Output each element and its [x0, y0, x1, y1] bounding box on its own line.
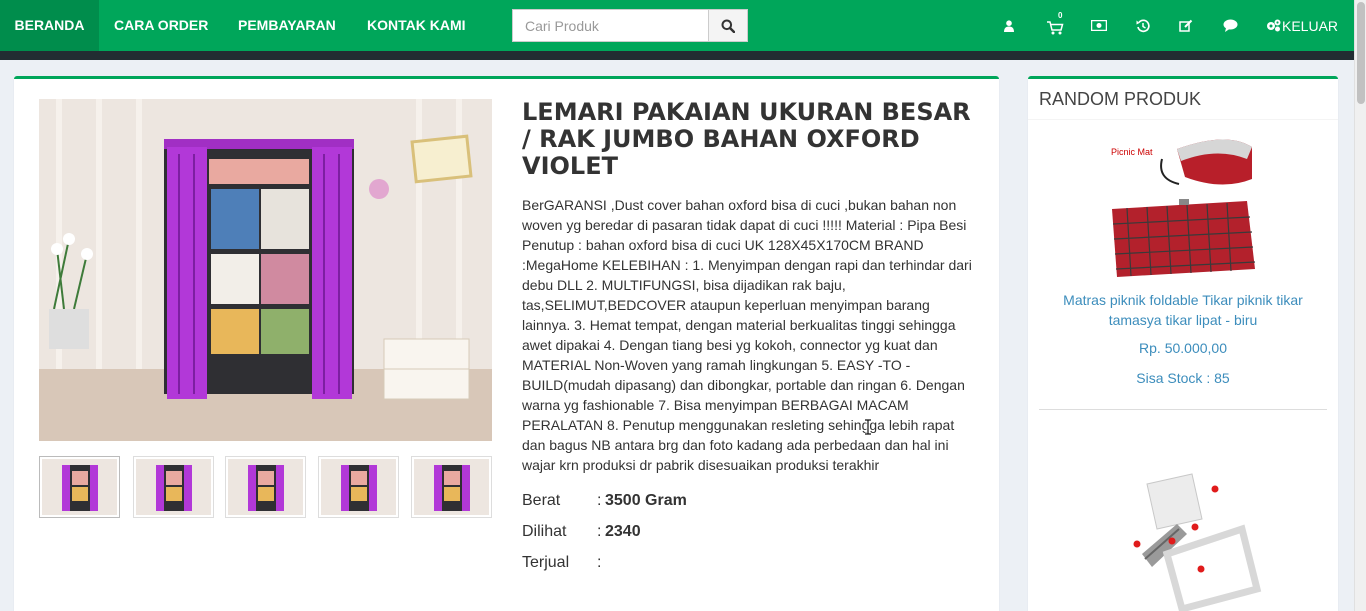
nav-cara-order[interactable]: CARA ORDER: [114, 0, 208, 51]
search-input[interactable]: [512, 9, 709, 42]
spec-value: 3500 Gram: [605, 492, 687, 509]
divider: [1039, 409, 1327, 410]
random-product-stock: Sisa Stock : 85: [1136, 370, 1230, 386]
spec-colon: :: [597, 492, 602, 509]
random-products-panel: RANDOM PRODUK Picnic Mat Matras piknik f…: [1028, 76, 1338, 611]
random-product-name-link[interactable]: Matras piknik foldable Tikar piknik tika…: [1048, 290, 1318, 330]
page-scrollbar[interactable]: [1354, 0, 1366, 611]
scrollbar-thumb[interactable]: [1357, 2, 1365, 104]
search-form: [512, 9, 748, 42]
product-thumbnail[interactable]: [133, 456, 214, 518]
spec-colon: :: [597, 523, 602, 540]
spec-label: Terjual: [522, 554, 570, 571]
image-caption-picnic-mat: Picnic Mat: [1111, 147, 1153, 157]
search-icon: [721, 19, 735, 33]
thumbnail-strip: [39, 456, 492, 518]
product-main-image[interactable]: [39, 99, 492, 441]
user-icon[interactable]: [1000, 0, 1018, 51]
spec-value: 2340: [605, 523, 641, 540]
cart-count-badge: 0: [1058, 11, 1063, 20]
money-icon[interactable]: [1089, 0, 1109, 51]
logout-button[interactable]: KELUAR: [1266, 0, 1338, 51]
nav-kontak-kami[interactable]: KONTAK KAMI: [367, 0, 466, 51]
top-navbar: BERANDA CARA ORDER PEMBAYARAN KONTAK KAM…: [0, 0, 1354, 51]
product-title: LEMARI PAKAIAN UKURAN BESAR / RAK JUMBO …: [522, 98, 971, 180]
nav-beranda[interactable]: BERANDA: [0, 0, 99, 51]
product-thumbnail[interactable]: [39, 456, 120, 518]
product-thumbnail[interactable]: [225, 456, 306, 518]
random-product-image[interactable]: [1107, 459, 1267, 611]
product-thumbnail[interactable]: [411, 456, 492, 518]
header-strip: [0, 51, 1354, 60]
spec-label: Dilihat: [522, 523, 567, 540]
random-product-image[interactable]: Picnic Mat: [1107, 129, 1258, 281]
edit-icon[interactable]: [1176, 0, 1196, 51]
product-thumbnail[interactable]: [318, 456, 399, 518]
search-button[interactable]: [708, 9, 748, 42]
text-cursor-icon: [865, 419, 871, 435]
sidebar-title: RANDOM PRODUK: [1039, 89, 1202, 109]
product-detail-panel: LEMARI PAKAIAN UKURAN BESAR / RAK JUMBO …: [14, 76, 999, 611]
spec-label: Berat: [522, 492, 561, 509]
random-product-price: Rp. 50.000,00: [1139, 340, 1227, 356]
divider: [1028, 119, 1338, 120]
cogs-icon: [1267, 19, 1281, 32]
product-description: BerGARANSI ,Dust cover bahan oxford bisa…: [522, 197, 972, 473]
history-icon[interactable]: [1133, 0, 1153, 51]
shopping-cart-icon[interactable]: 0: [1040, 0, 1070, 51]
logout-label: KELUAR: [1282, 17, 1339, 34]
comment-icon[interactable]: [1220, 0, 1240, 51]
nav-pembayaran[interactable]: PEMBAYARAN: [238, 0, 336, 51]
spec-colon: :: [597, 554, 602, 571]
